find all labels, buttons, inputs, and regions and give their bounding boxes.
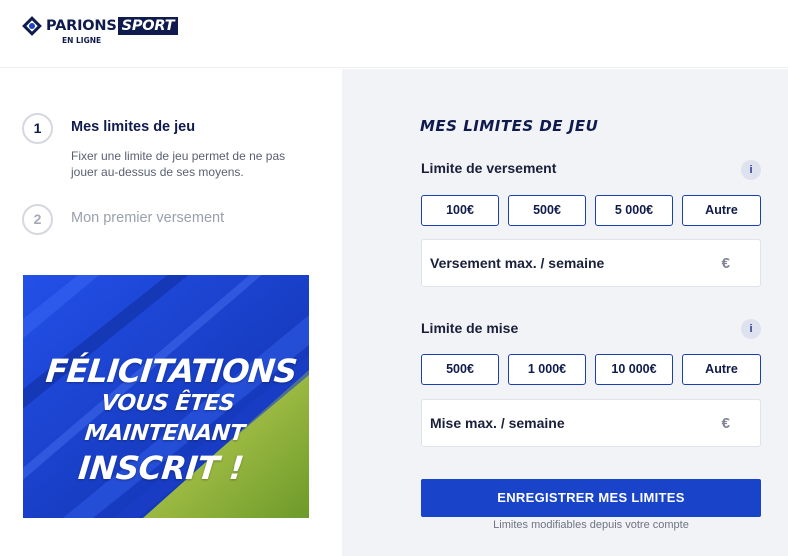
deposit-max-placeholder: Versement max. / semaine — [430, 255, 605, 271]
banner-line-3: INSCRIT ! — [76, 449, 246, 487]
step-title: Mon premier versement — [71, 210, 225, 226]
logo-diamond-icon — [22, 16, 42, 36]
bet-option-other[interactable]: Autre — [682, 354, 761, 385]
bet-option-1000[interactable]: 1 000€ — [508, 354, 586, 385]
deposit-max-input[interactable]: Versement max. / semaine € — [421, 239, 761, 287]
bet-max-placeholder: Mise max. / semaine — [430, 415, 565, 431]
bet-info-icon[interactable]: i — [741, 319, 761, 339]
euro-icon: € — [721, 255, 730, 272]
bet-option-10000[interactable]: 10 000€ — [595, 354, 673, 385]
bet-option-500[interactable]: 500€ — [421, 354, 499, 385]
limits-title: MES LIMITES DE JEU — [420, 117, 599, 135]
limits-note: Limites modifiables depuis votre compte — [493, 519, 689, 531]
step-title: Mes limites de jeu — [71, 119, 196, 135]
deposit-option-500[interactable]: 500€ — [508, 195, 586, 226]
logo-subtitle: EN LIGNE — [62, 36, 102, 45]
euro-icon: € — [721, 415, 730, 432]
banner-line-1: FÉLICITATIONS — [44, 352, 299, 390]
limits-panel: MES LIMITES DE JEU Limite de versement i… — [342, 69, 788, 556]
deposit-option-100[interactable]: 100€ — [421, 195, 499, 226]
deposit-limit-label: Limite de versement — [421, 160, 557, 176]
deposit-info-icon[interactable]: i — [741, 160, 761, 180]
header: PARIONS SPORT EN LIGNE — [0, 0, 788, 68]
step-number: 1 — [22, 113, 53, 144]
save-limits-button[interactable]: ENREGISTRER MES LIMITES — [421, 479, 761, 517]
congratulations-banner: FÉLICITATIONS VOUS ÊTES MAINTENANT INSCR… — [23, 275, 309, 518]
deposit-option-other[interactable]: Autre — [682, 195, 761, 226]
bet-limit-label: Limite de mise — [421, 320, 519, 336]
step-description: Fixer une limite de jeu permet de ne pas… — [71, 149, 286, 179]
step-number: 2 — [22, 204, 53, 235]
bet-max-input[interactable]: Mise max. / semaine € — [421, 399, 761, 447]
banner-text: FÉLICITATIONS VOUS ÊTES MAINTENANT INSCR… — [23, 352, 309, 487]
deposit-option-5000[interactable]: 5 000€ — [595, 195, 673, 226]
banner-line-2: VOUS ÊTES MAINTENANT — [83, 391, 246, 446]
steps-panel: 1 Mes limites de jeu Fixer une limite de… — [0, 69, 342, 556]
logo-wordmark: PARIONS SPORT — [46, 17, 179, 35]
